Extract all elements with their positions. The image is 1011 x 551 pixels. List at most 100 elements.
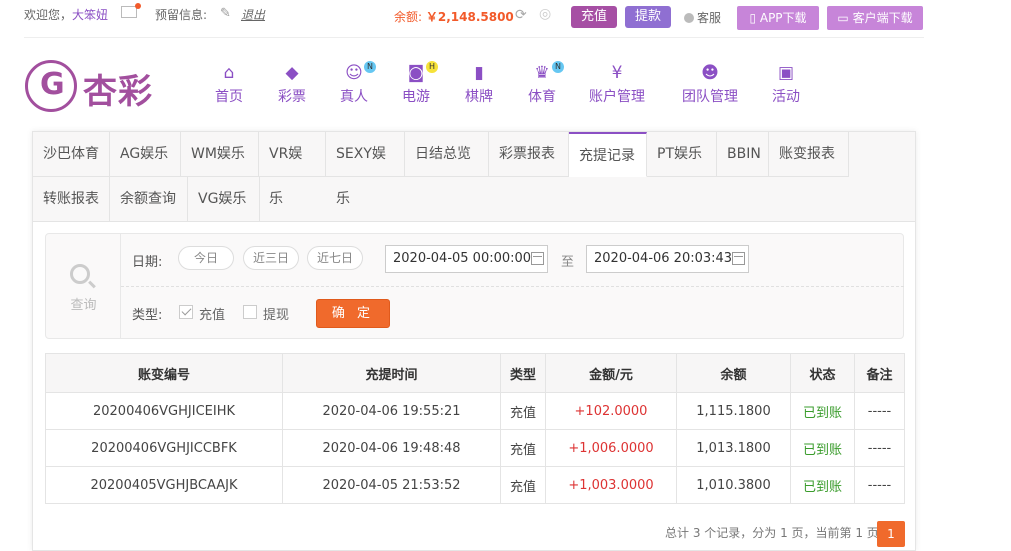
client-download-label: 客户端下载 — [852, 11, 913, 25]
logout-link[interactable]: 退出 — [241, 6, 265, 23]
last-3-days-button[interactable]: 近三日 — [243, 246, 299, 270]
nav-item[interactable]: ☻ 团队管理 — [682, 64, 738, 106]
withdraw-checkbox[interactable] — [243, 305, 257, 319]
nav-label: 首页 — [215, 89, 243, 105]
col-header: 状态 — [790, 353, 855, 393]
row-divider — [121, 286, 904, 287]
calendar-icon[interactable] — [531, 252, 544, 265]
nav-item[interactable]: ⌂ 首页 — [215, 64, 243, 106]
tab-item[interactable]: 日结总览 — [405, 132, 489, 177]
mail-icon[interactable] — [121, 3, 141, 18]
nav-item[interactable]: ♛ N 体育 — [528, 61, 564, 106]
tab-item[interactable]: 转账报表 — [33, 177, 110, 222]
top-divider — [24, 37, 924, 38]
query-panel: 查询 日期: 今日 近三日 近七日 2020-04-05 00:00:00 至 … — [45, 233, 904, 339]
table-header-row: 账变编号 充提时间 类型 金额/元 余额 状态 备注 — [45, 353, 905, 393]
tab-item[interactable]: BBIN — [717, 132, 769, 177]
recharge-checkbox[interactable] — [179, 305, 193, 319]
trophy-icon: ♛ N — [532, 61, 564, 82]
balance-value: ￥2,148.5800 — [425, 10, 514, 24]
report-tabs: 沙巴体育 AG娱乐 WM娱乐 VR娱乐 SEXY娱乐 日结总览 彩票报表 充提记录 PT娱乐 BB… — [33, 132, 915, 222]
tab-item[interactable]: VG娱乐 — [188, 177, 260, 222]
nav-item[interactable]: ¥ 账户管理 — [589, 64, 645, 106]
tab-item[interactable]: AG娱乐 — [110, 132, 181, 177]
table-cell: 2020-04-06 19:48:48 — [282, 429, 501, 467]
nav-item[interactable]: ▮ 棋牌 — [465, 64, 493, 106]
nav-item[interactable]: ◆ 彩票 — [278, 64, 306, 106]
table-cell: 1,013.1800 — [676, 429, 791, 467]
nav-item[interactable]: ☺ N 真人 — [340, 61, 376, 106]
nav-label: 团队管理 — [682, 89, 738, 105]
end-date-input[interactable]: 2020-04-06 20:03:43 — [586, 245, 749, 273]
col-header: 类型 — [500, 353, 546, 393]
nav-label: 棋牌 — [465, 89, 493, 105]
nav-label: 电游 — [402, 89, 430, 105]
nav-label: 彩票 — [278, 89, 306, 105]
site-logo[interactable]: 杏彩 — [25, 60, 160, 112]
logo-text: 杏彩 — [83, 72, 153, 112]
team-icon: ☻ — [701, 63, 719, 83]
date-label: 日期: — [132, 255, 163, 270]
top-bar: 欢迎您，大笨妞 预留信息: ✎ 退出 余额: ￥2,148.5800 ⟳ ◎ 充… — [24, 0, 924, 32]
client-download-button[interactable]: ▭ 客户端下载 — [827, 6, 923, 30]
lottery-icon: ◆ — [285, 63, 299, 83]
customer-service-link[interactable]: 客服 — [684, 9, 721, 26]
tab-item[interactable]: 沙巴体育 — [33, 132, 110, 177]
recharge-button[interactable]: 充值 — [571, 6, 617, 28]
tab-item[interactable]: VR娱乐 — [259, 132, 326, 207]
last-7-days-button[interactable]: 近七日 — [307, 246, 363, 270]
col-header: 余额 — [676, 353, 791, 393]
tab-item[interactable]: 账变报表 — [769, 132, 849, 177]
table-cell: ----- — [854, 466, 905, 504]
refresh-icon[interactable]: ⟳ — [515, 7, 527, 23]
table-row: 20200405VGHJBCAAJK 2020-04-05 21:53:52 充值 +… — [45, 466, 905, 504]
pagination-summary: 总计 3 个记录，分为 1 页，当前第 1 页 — [665, 526, 879, 540]
tab-item[interactable]: PT娱乐 — [647, 132, 717, 177]
username-link[interactable]: 大笨妞 — [72, 8, 108, 22]
gamepad-icon: ◙ H — [406, 61, 438, 82]
app-download-label: APP下载 — [759, 11, 807, 25]
table-cell: +1,006.0000 — [545, 429, 677, 467]
app-download-button[interactable]: ▯ APP下载 — [737, 6, 819, 30]
start-date-input[interactable]: 2020-04-05 00:00:00 — [385, 245, 548, 273]
tab-item[interactable]: 余额查询 — [110, 177, 188, 222]
welcome-label: 欢迎您， — [24, 8, 73, 22]
type-label: 类型: — [132, 308, 163, 323]
table-cell: 充值 — [500, 466, 546, 504]
nav-label: 体育 — [528, 89, 556, 105]
col-header: 账变编号 — [45, 353, 283, 393]
nav-item[interactable]: ▣ 活动 — [772, 64, 800, 106]
nav-label: 真人 — [340, 89, 368, 105]
withdraw-checkbox-label: 提现 — [263, 308, 290, 323]
reserved-message-label: 预留信息: — [155, 8, 208, 22]
table-cell: 已到账 — [790, 392, 855, 430]
confirm-button[interactable]: 确 定 — [316, 299, 390, 328]
table-cell: 20200405VGHJBCAAJK — [45, 466, 283, 504]
nav-item[interactable]: ◙ H 电游 — [402, 61, 438, 106]
date-to-label: 至 — [561, 255, 575, 270]
query-button[interactable]: 查询 — [46, 234, 121, 338]
tab-item[interactable]: SEXY娱乐 — [326, 132, 405, 207]
today-button[interactable]: 今日 — [178, 246, 234, 270]
balance-display: 余额: ￥2,148.5800 — [394, 8, 514, 25]
nav-badge: N — [552, 61, 564, 73]
table-cell: ----- — [854, 429, 905, 467]
hide-balance-icon[interactable]: ◎ — [539, 6, 551, 22]
table-cell: 已到账 — [790, 466, 855, 504]
start-date-value: 2020-04-05 00:00:00 — [393, 251, 532, 266]
tab-item[interactable]: WM娱乐 — [181, 132, 259, 177]
service-icon — [684, 13, 694, 23]
tab-item[interactable]: 充提记录 — [569, 132, 647, 177]
withdraw-button[interactable]: 提款 — [625, 6, 671, 28]
records-table: 账变编号 充提时间 类型 金额/元 余额 状态 备注 20200406VGHJI… — [45, 353, 905, 504]
page-button-current[interactable]: 1 — [877, 521, 905, 547]
balance-label: 余额: — [394, 10, 426, 24]
calendar-icon[interactable] — [732, 252, 745, 265]
edit-icon[interactable]: ✎ — [220, 6, 231, 21]
tab-item[interactable]: 彩票报表 — [489, 132, 569, 177]
service-label: 客服 — [697, 11, 722, 25]
nav-badge: H — [426, 61, 438, 73]
table-cell: 充值 — [500, 429, 546, 467]
table-row: 20200406VGHJICEIHK 2020-04-06 19:55:21 充值 +… — [45, 392, 905, 430]
gift-icon: ▣ — [777, 63, 795, 83]
